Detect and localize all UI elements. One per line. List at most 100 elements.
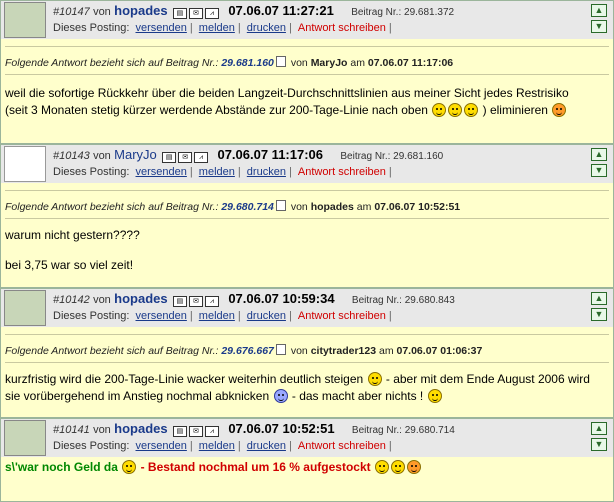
versenden-link[interactable]: versenden bbox=[136, 166, 187, 178]
arrow-up-icon[interactable]: ▲ bbox=[591, 422, 607, 435]
username-link[interactable]: hopades bbox=[114, 3, 167, 18]
versenden-link[interactable]: versenden bbox=[136, 310, 187, 322]
versenden-link[interactable]: versenden bbox=[136, 440, 187, 452]
arrow-up-icon[interactable]: ▲ bbox=[591, 148, 607, 161]
chart-icon[interactable]: ⩘ bbox=[204, 8, 219, 20]
melden-link[interactable]: melden bbox=[199, 440, 235, 452]
post-body: kurzfristig wird die 200-Tage-Linie wack… bbox=[5, 372, 590, 403]
smiley-icon bbox=[464, 103, 479, 117]
divider bbox=[5, 362, 609, 363]
reply-reference: Folgende Antwort bezieht sich auf Beitra… bbox=[5, 200, 461, 213]
drucken-link[interactable]: drucken bbox=[247, 440, 286, 452]
ref-date: 07.06.07 11:17:06 bbox=[367, 57, 454, 69]
post-header: #10143 von MaryJo ▤ ✉ ⩘ 07.06.07 11:17:06 … bbox=[1, 145, 613, 183]
document-icon[interactable] bbox=[275, 344, 286, 355]
smiley-icon bbox=[432, 103, 447, 117]
avatar[interactable] bbox=[4, 2, 46, 38]
post-meta: #10143 von MaryJo ▤ ✉ ⩘ 07.06.07 11:17:06 … bbox=[53, 147, 443, 164]
profile-icon[interactable]: ▤ bbox=[172, 426, 187, 438]
melden-link[interactable]: melden bbox=[199, 310, 235, 322]
von-label: von bbox=[93, 294, 111, 306]
post-header: #10147 von hopades ▤ ✉ ⩘ 07.06.07 11:27:21… bbox=[1, 1, 613, 39]
melden-link[interactable]: melden bbox=[199, 22, 235, 34]
mail-icon[interactable]: ✉ bbox=[188, 426, 203, 438]
post-header: #10142 von hopades ▤ ✉ ⩘ 07.06.07 10:59:34… bbox=[1, 289, 613, 327]
avatar[interactable] bbox=[4, 420, 46, 456]
ref-post-link[interactable]: 29.676.667 bbox=[221, 345, 274, 357]
beitrag-nr: Beitrag Nr.: 29.680.714 bbox=[351, 425, 455, 436]
antwort-schreiben-link[interactable]: Antwort schreiben bbox=[298, 166, 386, 178]
user-icons: ▤ ✉ ⩘ bbox=[162, 150, 210, 164]
profile-icon[interactable]: ▤ bbox=[162, 152, 177, 164]
nav-arrows: ▲ ▼ bbox=[591, 422, 609, 454]
ref-user[interactable]: MaryJo bbox=[311, 57, 348, 69]
ref-user[interactable]: citytrader123 bbox=[311, 345, 376, 357]
avatar[interactable] bbox=[4, 146, 46, 182]
post-number: #10143 bbox=[53, 150, 90, 162]
drucken-link[interactable]: drucken bbox=[247, 166, 286, 178]
document-icon[interactable] bbox=[275, 200, 286, 211]
von-label: von bbox=[93, 424, 111, 436]
reply-reference: Folgende Antwort bezieht sich auf Beitra… bbox=[5, 56, 454, 69]
document-icon[interactable] bbox=[275, 56, 286, 67]
post-10143: #10143 von MaryJo ▤ ✉ ⩘ 07.06.07 11:17:06 … bbox=[0, 144, 614, 288]
ref-post-link[interactable]: 29.680.714 bbox=[221, 201, 274, 213]
antwort-schreiben-link[interactable]: Antwort schreiben bbox=[298, 440, 386, 452]
post-10141: #10141 von hopades ▤ ✉ ⩘ 07.06.07 10:52:51… bbox=[0, 418, 614, 502]
chart-icon[interactable]: ⩘ bbox=[194, 152, 209, 164]
ref-user[interactable]: hopades bbox=[311, 201, 354, 213]
mail-icon[interactable]: ✉ bbox=[188, 8, 203, 20]
post-actions: Dieses Posting: versenden | melden | druck… bbox=[53, 310, 392, 322]
post-number: #10141 bbox=[53, 424, 90, 436]
post-date: 07.06.07 10:52:51 bbox=[228, 421, 335, 436]
user-icons: ▤ ✉ ⩘ bbox=[172, 6, 221, 20]
chart-icon[interactable]: ⩘ bbox=[204, 426, 219, 438]
arrow-up-icon[interactable]: ▲ bbox=[591, 292, 607, 305]
username-link[interactable]: hopades bbox=[114, 421, 167, 436]
green-text: s\'war noch Geld da bbox=[5, 460, 118, 474]
nav-arrows: ▲ ▼ bbox=[591, 292, 609, 324]
nav-arrows: ▲ ▼ bbox=[591, 4, 609, 36]
ref-date: 07.06.07 10:52:51 bbox=[374, 201, 461, 213]
mail-icon[interactable]: ✉ bbox=[188, 296, 203, 308]
post-number: #10142 bbox=[53, 294, 90, 306]
chart-icon[interactable]: ⩘ bbox=[204, 296, 219, 308]
beitrag-nr: Beitrag Nr.: 29.681.372 bbox=[351, 7, 455, 18]
drucken-link[interactable]: drucken bbox=[247, 310, 286, 322]
post-actions: Dieses Posting: versenden | melden | druck… bbox=[53, 440, 392, 452]
melden-link[interactable]: melden bbox=[199, 166, 235, 178]
mail-icon[interactable]: ✉ bbox=[178, 152, 193, 164]
post-date: 07.06.07 10:59:34 bbox=[228, 291, 335, 306]
profile-icon[interactable]: ▤ bbox=[172, 8, 187, 20]
reply-reference: Folgende Antwort bezieht sich auf Beitra… bbox=[5, 344, 483, 357]
post-body: s\'war noch Geld da - Bestand nochmal um… bbox=[5, 459, 422, 476]
smiley-icon bbox=[427, 389, 442, 403]
post-date: 07.06.07 11:27:21 bbox=[228, 3, 334, 18]
antwort-schreiben-link[interactable]: Antwort schreiben bbox=[298, 310, 386, 322]
post-meta: #10142 von hopades ▤ ✉ ⩘ 07.06.07 10:59:34… bbox=[53, 291, 455, 308]
arrow-down-icon[interactable]: ▼ bbox=[591, 164, 607, 177]
smiley-icon bbox=[390, 460, 405, 474]
avatar[interactable] bbox=[4, 290, 46, 326]
red-text: - Bestand nochmal um 16 % aufgestockt bbox=[140, 460, 371, 474]
post-meta: #10141 von hopades ▤ ✉ ⩘ 07.06.07 10:52:51… bbox=[53, 421, 455, 438]
surprised-smiley-icon bbox=[552, 103, 567, 117]
arrow-down-icon[interactable]: ▼ bbox=[591, 20, 607, 33]
post-date: 07.06.07 11:17:06 bbox=[217, 147, 324, 162]
drucken-link[interactable]: drucken bbox=[247, 22, 286, 34]
arrow-down-icon[interactable]: ▼ bbox=[591, 308, 607, 321]
post-body: warum nicht gestern???? bei 3,75 war so … bbox=[5, 228, 140, 272]
arrow-up-icon[interactable]: ▲ bbox=[591, 4, 607, 17]
username-link[interactable]: MaryJo bbox=[114, 147, 157, 162]
divider bbox=[5, 218, 609, 219]
profile-icon[interactable]: ▤ bbox=[172, 296, 187, 308]
arrow-down-icon[interactable]: ▼ bbox=[591, 438, 607, 451]
nav-arrows: ▲ ▼ bbox=[591, 148, 609, 180]
antwort-schreiben-link[interactable]: Antwort schreiben bbox=[298, 22, 386, 34]
divider bbox=[5, 74, 609, 75]
username-link[interactable]: hopades bbox=[114, 291, 167, 306]
ref-post-link[interactable]: 29.681.160 bbox=[221, 57, 274, 69]
divider bbox=[5, 334, 609, 335]
divider bbox=[5, 46, 609, 47]
versenden-link[interactable]: versenden bbox=[136, 22, 187, 34]
